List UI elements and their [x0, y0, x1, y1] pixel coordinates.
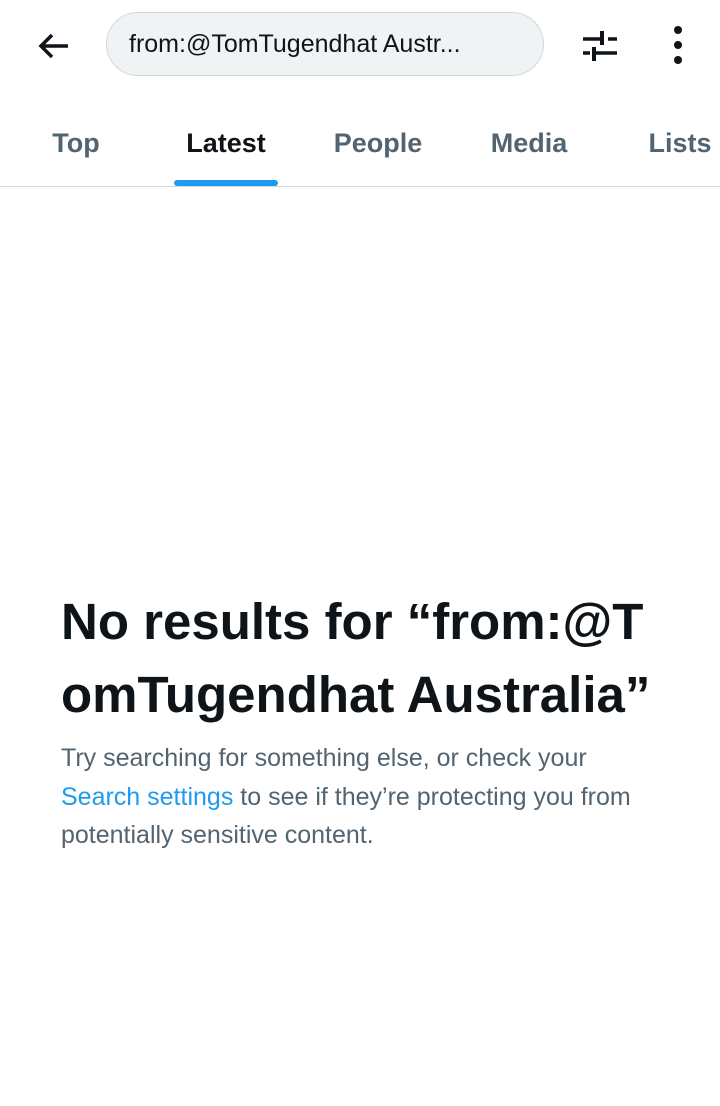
message-text: Try searching for something else, or che… — [61, 744, 587, 772]
active-tab-indicator — [174, 180, 278, 186]
tab-latest[interactable]: Latest — [170, 100, 282, 186]
search-query: from:@TomTugendhat Austr... — [129, 29, 461, 58]
empty-state: No results for “from:@TomTugendhat Austr… — [61, 585, 661, 855]
arrow-left-icon — [38, 33, 68, 59]
search-input[interactable]: from:@TomTugendhat Austr... — [106, 12, 544, 76]
tab-people[interactable]: People — [318, 100, 438, 186]
tab-top[interactable]: Top — [20, 100, 132, 186]
empty-state-message: Try searching for something else, or che… — [61, 739, 661, 855]
vertical-ellipsis-icon — [674, 26, 682, 64]
search-tabs: Top Latest People Media Lists — [0, 100, 720, 187]
tab-media[interactable]: Media — [470, 100, 588, 186]
sliders-icon — [583, 31, 617, 61]
search-filter-button[interactable] — [580, 26, 620, 66]
empty-state-title: No results for “from:@TomTugendhat Austr… — [61, 593, 651, 723]
search-settings-link[interactable]: Search settings — [61, 783, 233, 811]
tab-lists[interactable]: Lists — [630, 100, 720, 186]
back-button[interactable] — [34, 26, 74, 66]
more-options-button[interactable] — [660, 24, 696, 68]
